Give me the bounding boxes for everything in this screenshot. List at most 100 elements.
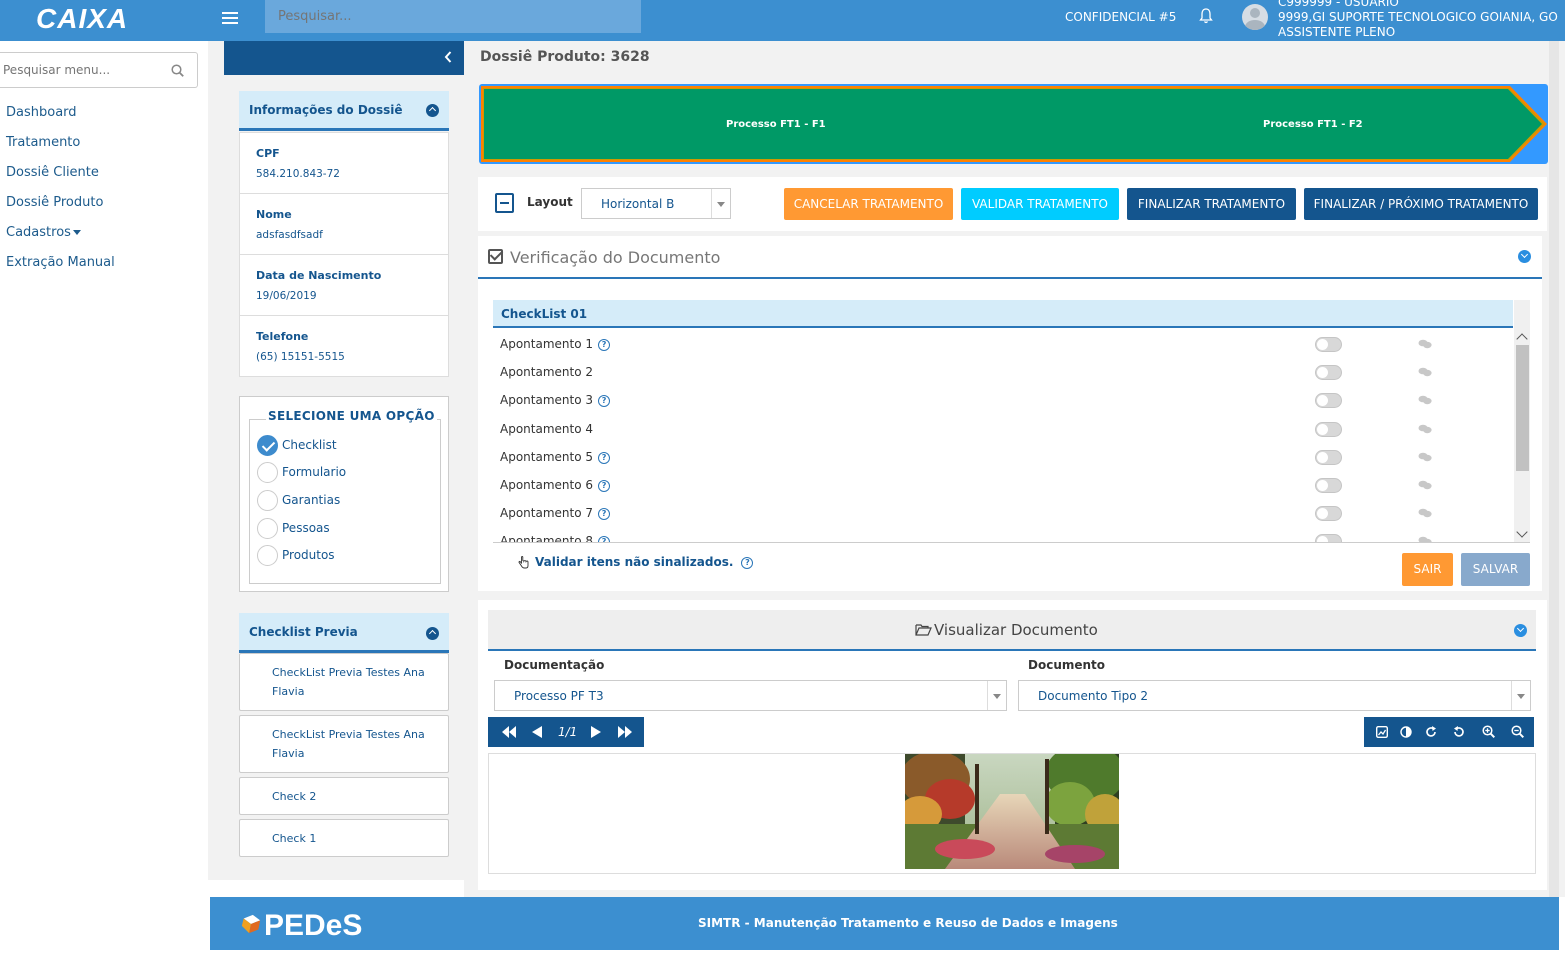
help-icon[interactable]: ? xyxy=(598,338,611,351)
comment-icon[interactable] xyxy=(1418,508,1432,518)
help-icon[interactable]: ? xyxy=(598,507,611,520)
row-label: Apontamento 5? xyxy=(500,450,611,464)
validate-unflagged-link[interactable]: Validar itens não sinalizados.? xyxy=(535,555,754,569)
confidential-label: CONFIDENCIAL #5 xyxy=(1065,10,1177,24)
sidebar-item-extracao-manual[interactable]: Extração Manual xyxy=(6,253,115,283)
finish-treatment-button[interactable]: FINALIZAR TRATAMENTO xyxy=(1127,188,1296,220)
document-verification-panel: Verificação do Documento CheckList 01 Ap… xyxy=(478,236,1542,591)
row-label: Apontamento 4 xyxy=(500,422,594,436)
step-active-arrow[interactable] xyxy=(479,84,1548,164)
radio-icon[interactable] xyxy=(257,490,278,511)
option-label: Formulario xyxy=(282,465,347,479)
comment-icon[interactable] xyxy=(1418,367,1432,377)
hamburger-menu-icon[interactable] xyxy=(222,9,238,29)
documentacao-select[interactable]: Processo PF T3 xyxy=(494,680,1007,711)
search-icon[interactable] xyxy=(171,64,184,77)
step-2-label[interactable]: Processo FT1 - F2 xyxy=(1263,119,1363,130)
user-info[interactable]: C999999 - USUARIO 9999,GI SUPORTE TECNOL… xyxy=(1278,0,1558,40)
name-field: Nome adsfasdfsadf xyxy=(240,194,448,255)
toggle-switch[interactable] xyxy=(1315,506,1342,521)
user-id: C999999 - USUARIO xyxy=(1278,0,1399,9)
radio-icon[interactable] xyxy=(257,545,278,566)
comment-icon[interactable] xyxy=(1418,395,1432,405)
sidebar-item-dossie-produto[interactable]: Dossiê Produto xyxy=(6,193,115,223)
toggle-switch[interactable] xyxy=(1315,365,1342,380)
zoom-out-icon[interactable] xyxy=(1511,725,1524,738)
rotate-right-icon[interactable] xyxy=(1425,726,1437,738)
client-info-header[interactable]: Informações do Dossiê Cliente xyxy=(239,91,449,155)
toggle-switch[interactable] xyxy=(1315,450,1342,465)
phone-field: Telefone (65) 15151-5515 xyxy=(240,316,448,377)
list-item[interactable]: CheckList Previa Testes Ana Flavia xyxy=(239,653,449,711)
viewer-header[interactable]: Visualizar Documento xyxy=(488,610,1536,651)
bell-icon[interactable] xyxy=(1198,7,1214,25)
menu-search-input[interactable] xyxy=(0,52,198,88)
comment-icon[interactable] xyxy=(1418,424,1432,434)
radio-icon[interactable] xyxy=(257,518,278,539)
scroll-up-icon[interactable] xyxy=(1516,333,1528,345)
row-label: Apontamento 7? xyxy=(500,506,611,520)
checklist-scrollbar[interactable] xyxy=(1514,300,1530,542)
row-label: Apontamento 8? xyxy=(500,534,611,542)
validate-treatment-button[interactable]: VALIDAR TRATAMENTO xyxy=(961,188,1119,220)
chevron-up-icon xyxy=(426,627,439,640)
list-item[interactable]: Check 2 xyxy=(239,777,449,815)
page-scrollbar[interactable] xyxy=(1549,41,1559,897)
scroll-down-icon[interactable] xyxy=(1516,526,1528,538)
row-label: Apontamento 6? xyxy=(500,478,611,492)
image-icon[interactable] xyxy=(1376,726,1388,738)
collapse-left-icon[interactable] xyxy=(444,50,452,64)
caixa-logo[interactable]: CAIXA xyxy=(36,3,128,35)
footer: PEDeS SIMTR - Manutenção Tratamento e Re… xyxy=(210,897,1559,950)
finish-next-treatment-button[interactable]: FINALIZAR / PRÓXIMO TRATAMENTO xyxy=(1304,188,1538,220)
zoom-in-icon[interactable] xyxy=(1482,725,1495,738)
list-item[interactable]: CheckList Previa Testes Ana Flavia xyxy=(239,715,449,773)
checklist-previa-header[interactable]: Checklist Previa xyxy=(239,613,449,653)
sidebar-item-cadastros-label: Cadastros xyxy=(6,225,71,240)
toggle-switch[interactable] xyxy=(1315,337,1342,352)
layout-select[interactable]: Horizontal B xyxy=(581,188,731,219)
document-viewer-panel: Visualizar Documento Documentação Docume… xyxy=(478,600,1547,890)
toggle-switch[interactable] xyxy=(1315,478,1342,493)
toggle-switch[interactable] xyxy=(1315,393,1342,408)
exit-button[interactable]: SAIR xyxy=(1402,553,1453,586)
toggle-switch[interactable] xyxy=(1315,534,1342,542)
help-icon[interactable]: ? xyxy=(598,451,611,464)
toggle-switch[interactable] xyxy=(1315,422,1342,437)
comment-icon[interactable] xyxy=(1418,339,1432,349)
global-search-input[interactable] xyxy=(265,0,641,33)
chevron-down-icon[interactable] xyxy=(1514,624,1527,637)
dropdown-arrow-icon xyxy=(987,681,1006,710)
document-image[interactable] xyxy=(905,754,1119,869)
scrollbar-thumb[interactable] xyxy=(1516,345,1529,471)
layout-icon[interactable] xyxy=(495,193,514,213)
radio-icon[interactable] xyxy=(257,462,278,483)
cancel-treatment-button[interactable]: CANCELAR TRATAMENTO xyxy=(784,188,953,220)
user-avatar[interactable] xyxy=(1242,4,1268,30)
sidebar-item-dossie-cliente[interactable]: Dossiê Cliente xyxy=(6,163,115,193)
table-row: Apontamento 5? xyxy=(493,443,1513,471)
page-title: Dossiê Produto: 3628 xyxy=(480,49,650,65)
previous-page-icon[interactable] xyxy=(532,726,542,738)
documento-select[interactable]: Documento Tipo 2 xyxy=(1018,680,1531,711)
folder-open-icon xyxy=(915,624,932,636)
sidebar-item-tratamento[interactable]: Tratamento xyxy=(6,133,115,163)
radio-checked-icon[interactable] xyxy=(257,435,278,456)
layout-label: Layout xyxy=(527,195,573,209)
help-icon[interactable]: ? xyxy=(598,479,611,492)
comment-icon[interactable] xyxy=(1418,480,1432,490)
next-page-icon[interactable] xyxy=(591,726,601,738)
rotate-left-icon[interactable] xyxy=(1453,726,1465,738)
list-item[interactable]: Check 1 xyxy=(239,819,449,857)
last-page-icon[interactable] xyxy=(618,726,632,738)
help-icon[interactable]: ? xyxy=(598,394,611,407)
first-page-icon[interactable] xyxy=(502,726,516,738)
help-icon[interactable]: ? xyxy=(741,556,754,569)
chevron-down-icon[interactable] xyxy=(1518,250,1531,263)
sidebar-item-dashboard[interactable]: Dashboard xyxy=(6,103,115,133)
contrast-icon[interactable] xyxy=(1400,726,1412,738)
table-row: Apontamento 6? xyxy=(493,471,1513,499)
comment-icon[interactable] xyxy=(1418,452,1432,462)
sidebar-item-cadastros[interactable]: Cadastros xyxy=(6,223,115,253)
save-button[interactable]: SALVAR xyxy=(1461,553,1530,586)
